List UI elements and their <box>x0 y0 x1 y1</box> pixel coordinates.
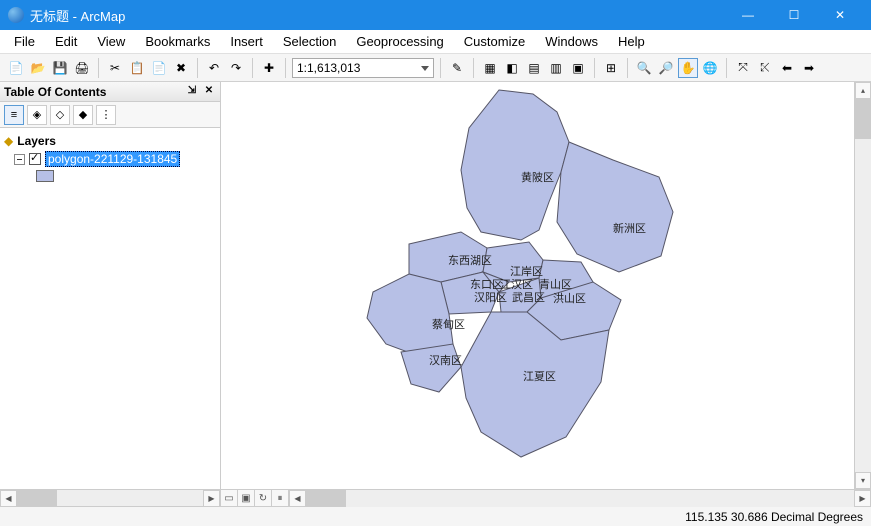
search-icon[interactable]: ▥ <box>546 58 566 78</box>
python-icon[interactable]: ▣ <box>568 58 588 78</box>
list-by-source-tab[interactable]: ◈ <box>27 105 47 125</box>
cut-icon[interactable]: ✂ <box>105 58 125 78</box>
map-footer: ▭ ▣ ↻ ⏸ ◀ ▶ <box>221 489 871 506</box>
minimize-button[interactable]: — <box>725 0 771 30</box>
menu-selection[interactable]: Selection <box>273 31 346 52</box>
fixed-zoom-in-icon[interactable]: ⤧ <box>733 58 753 78</box>
zoom-in-icon[interactable]: 🔍 <box>634 58 654 78</box>
layer-row[interactable]: polygon-221129-131845 <box>14 150 216 168</box>
layer-symbol-swatch[interactable] <box>36 170 54 182</box>
toc-header: Table Of Contents ⇲ ✕ <box>0 82 220 102</box>
editor-icon[interactable]: ✎ <box>447 58 467 78</box>
paste-icon[interactable]: 📄 <box>149 58 169 78</box>
window-icon[interactable]: ◧ <box>502 58 522 78</box>
toc-tree: ◆ Layers polygon-221129-131845 <box>0 128 220 489</box>
save-icon[interactable]: 💾 <box>50 58 70 78</box>
menu-file[interactable]: File <box>4 31 45 52</box>
new-icon[interactable]: 📄 <box>6 58 26 78</box>
toc-tabs: ≡ ◈ ◇ ◆ ⋮ <box>0 102 220 128</box>
map-label: 东西湖区 <box>448 254 492 267</box>
map-label: 江汉区 <box>500 278 533 291</box>
map-label: 江岸区 <box>510 265 543 278</box>
fixed-zoom-out-icon[interactable]: ⤪ <box>755 58 775 78</box>
copy-icon[interactable]: 📋 <box>127 58 147 78</box>
full-extent-icon[interactable]: 🌐 <box>700 58 720 78</box>
toc-scrollbar[interactable]: ◀ ▶ <box>0 489 220 506</box>
map-label: 汉阳区 <box>474 291 507 304</box>
delete-icon[interactable]: ✖ <box>171 58 191 78</box>
menu-geoprocessing[interactable]: Geoprocessing <box>346 31 453 52</box>
menu-customize[interactable]: Customize <box>454 31 535 52</box>
refresh-button[interactable]: ↻ <box>255 490 272 507</box>
expander-icon[interactable] <box>14 154 25 165</box>
map-label: 洪山区 <box>553 291 586 305</box>
app-icon <box>8 7 24 23</box>
open-icon[interactable]: 📂 <box>28 58 48 78</box>
table-icon[interactable]: ▦ <box>480 58 500 78</box>
close-button[interactable]: ✕ <box>817 0 863 30</box>
redo-icon[interactable]: ↷ <box>226 58 246 78</box>
forward-icon[interactable]: ➡ <box>799 58 819 78</box>
map-label: 新洲区 <box>613 221 646 235</box>
map-label: 蔡甸区 <box>432 318 465 331</box>
print-icon[interactable]: 🖨 <box>72 58 92 78</box>
list-by-drawing-order-tab[interactable]: ≡ <box>4 105 24 125</box>
region-xinzhou <box>557 142 673 272</box>
list-by-visibility-tab[interactable]: ◇ <box>50 105 70 125</box>
options-tab[interactable]: ⋮ <box>96 105 116 125</box>
layer-checkbox[interactable] <box>29 153 41 165</box>
menu-windows[interactable]: Windows <box>535 31 608 52</box>
region-huangpi <box>461 90 569 240</box>
map-label: 江夏区 <box>523 370 556 383</box>
layers-root[interactable]: ◆ Layers <box>4 132 216 150</box>
map-svg: 黄陂区新洲区东西湖区江岸区东口区江汉区青山区汉阳区武昌区洪山区蔡甸区汉南区江夏区 <box>221 82 851 482</box>
zoom-out-icon[interactable]: 🔎 <box>656 58 676 78</box>
menu-edit[interactable]: Edit <box>45 31 87 52</box>
layers-label: Layers <box>17 134 56 148</box>
toc-close-icon[interactable]: ✕ <box>202 85 216 99</box>
pan-icon[interactable]: ✋ <box>678 58 698 78</box>
map-canvas[interactable]: 黄陂区新洲区东西湖区江岸区东口区江汉区青山区汉阳区武昌区洪山区蔡甸区汉南区江夏区… <box>221 82 871 489</box>
catalog-icon[interactable]: ▤ <box>524 58 544 78</box>
back-icon[interactable]: ⬅ <box>777 58 797 78</box>
menu-help[interactable]: Help <box>608 31 655 52</box>
menu-bookmarks[interactable]: Bookmarks <box>135 31 220 52</box>
undo-icon[interactable]: ↶ <box>204 58 224 78</box>
statusbar: 115.135 30.686 Decimal Degrees <box>0 506 871 526</box>
layer-name: polygon-221129-131845 <box>45 151 180 167</box>
map-label: 黄陂区 <box>521 170 554 184</box>
scale-combo[interactable]: 1:1,613,013 <box>292 58 434 78</box>
map-label: 东口区 <box>470 278 503 291</box>
add-data-icon[interactable]: ✚ <box>259 58 279 78</box>
menu-view[interactable]: View <box>87 31 135 52</box>
menubar: File Edit View Bookmarks Insert Selectio… <box>0 30 871 54</box>
model-icon[interactable]: ⊞ <box>601 58 621 78</box>
list-by-selection-tab[interactable]: ◆ <box>73 105 93 125</box>
map-scrollbar-vertical[interactable]: ▴ ▾ <box>854 82 871 489</box>
layout-view-button[interactable]: ▣ <box>238 490 255 507</box>
map-label: 青山区 <box>539 278 572 291</box>
scale-value: 1:1,613,013 <box>297 61 360 75</box>
titlebar: 无标题 - ArcMap — ☐ ✕ <box>0 0 871 30</box>
menu-insert[interactable]: Insert <box>220 31 273 52</box>
map-scrollbar-horizontal[interactable]: ◀ ▶ <box>289 490 871 507</box>
map-label: 汉南区 <box>429 354 462 367</box>
toolbar: 📄 📂 💾 🖨 ✂ 📋 📄 ✖ ↶ ↷ ✚ 1:1,613,013 ✎ ▦ ◧ … <box>0 54 871 82</box>
data-view-button[interactable]: ▭ <box>221 490 238 507</box>
map-wrap: 黄陂区新洲区东西湖区江岸区东口区江汉区青山区汉阳区武昌区洪山区蔡甸区汉南区江夏区… <box>221 82 871 506</box>
window-title: 无标题 - ArcMap <box>30 6 725 25</box>
pin-icon[interactable]: ⇲ <box>185 85 199 99</box>
pause-button[interactable]: ⏸ <box>272 490 289 507</box>
map-label: 武昌区 <box>512 291 545 304</box>
region-caidian <box>367 274 453 357</box>
maximize-button[interactable]: ☐ <box>771 0 817 30</box>
cursor-coords: 115.135 30.686 Decimal Degrees <box>685 510 863 524</box>
toc-title: Table Of Contents <box>4 85 106 99</box>
table-of-contents-panel: Table Of Contents ⇲ ✕ ≡ ◈ ◇ ◆ ⋮ ◆ Layers… <box>0 82 221 506</box>
region-hannan <box>401 344 461 392</box>
